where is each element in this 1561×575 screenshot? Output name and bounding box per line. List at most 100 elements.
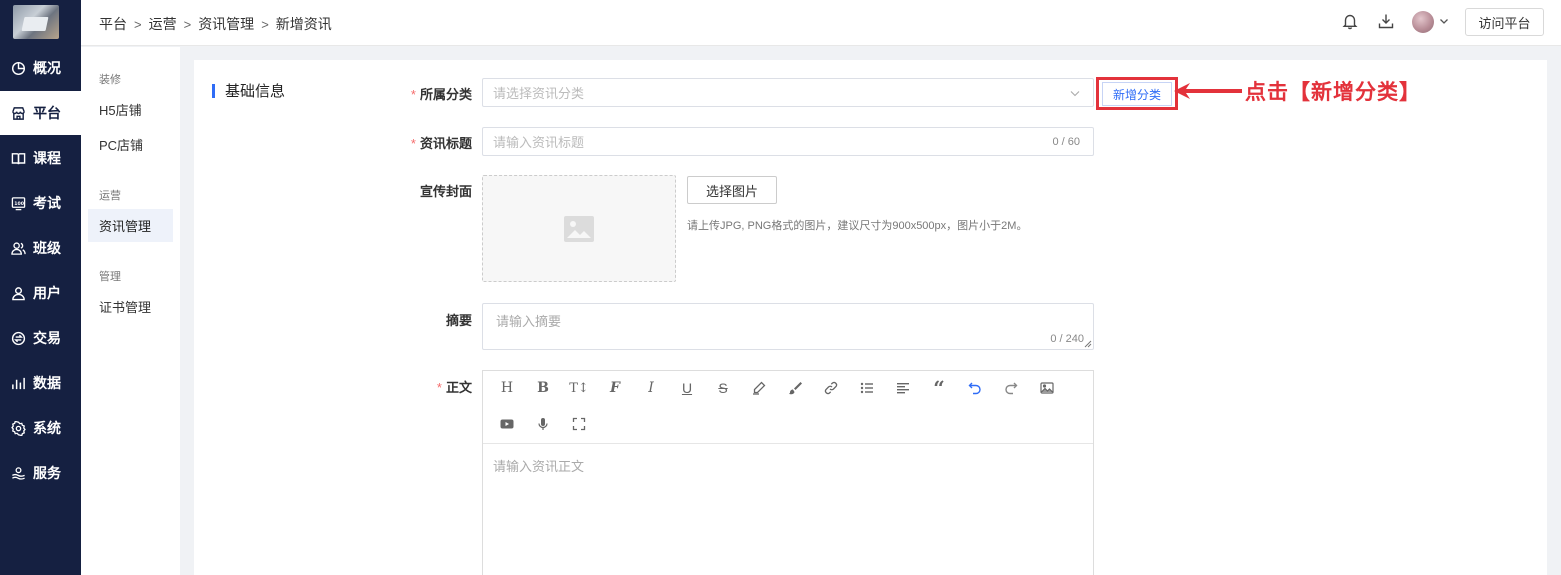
add-category-button[interactable]: 新增分类: [1102, 82, 1172, 106]
visit-platform-button[interactable]: 访问平台: [1465, 8, 1544, 36]
top-bar: 平台 > 运营 > 资讯管理 > 新增资讯 访问平台: [81, 0, 1561, 46]
nav-item-platform[interactable]: 平台: [0, 91, 81, 135]
required-mark: *: [410, 136, 416, 151]
nav-item-label: 交易: [33, 330, 61, 346]
submenu-group-title: 装修: [99, 74, 121, 86]
news-form-card: 基础信息 * 所属分类 请选择资讯分类 新增分类 * 资讯标题 请输入资讯标题 0 …: [194, 60, 1547, 575]
category-select[interactable]: 请选择资讯分类: [482, 78, 1094, 107]
submenu-group-title: 管理: [99, 271, 121, 283]
logo[interactable]: [13, 5, 59, 39]
font-family-icon[interactable]: F: [604, 377, 626, 399]
avatar[interactable]: [1412, 11, 1434, 33]
nav-item-system[interactable]: 系统: [0, 406, 81, 450]
undo-icon[interactable]: [964, 377, 986, 399]
microphone-icon[interactable]: [532, 413, 554, 435]
nav-item-class[interactable]: 班级: [0, 226, 81, 270]
breadcrumb-item[interactable]: 运营: [149, 14, 177, 34]
heading-icon[interactable]: H: [496, 377, 518, 399]
chevron-right-icon: >: [183, 16, 192, 32]
image-placeholder-icon: [564, 215, 594, 242]
title-label: * 资讯标题: [410, 136, 472, 151]
redo-icon[interactable]: [1000, 377, 1022, 399]
nav-item-user[interactable]: 用户: [0, 271, 81, 315]
image-icon[interactable]: [1036, 377, 1058, 399]
link-icon[interactable]: [820, 377, 842, 399]
submenu-item-certificate-manage[interactable]: 证书管理: [88, 290, 173, 323]
nav-item-label: 考试: [33, 195, 61, 211]
breadcrumb-item[interactable]: 资讯管理: [198, 14, 254, 34]
section-title-marker: [212, 83, 215, 98]
pie-chart-icon: [11, 61, 26, 76]
nav-item-exam[interactable]: 100 考试: [0, 181, 81, 225]
quote-icon[interactable]: “: [928, 376, 950, 400]
font-size-icon[interactable]: T↕: [568, 377, 590, 399]
category-label: * 所属分类: [410, 87, 472, 102]
chevron-down-icon[interactable]: [1438, 15, 1450, 27]
nav-item-course[interactable]: 课程: [0, 136, 81, 180]
title-input[interactable]: 请输入资讯标题 0 / 60: [482, 127, 1094, 156]
char-counter: 0 / 240: [1050, 333, 1084, 345]
summary-textarea[interactable]: 请输入摘要 0 / 240: [482, 303, 1094, 350]
nav-item-overview[interactable]: 概况: [0, 46, 81, 90]
exchange-icon: [11, 331, 26, 346]
service-icon: [11, 466, 26, 481]
editor-toolbar: H B T↕ F I U S “: [483, 371, 1093, 444]
summary-placeholder: 请输入摘要: [496, 314, 562, 329]
submenu-item-h5-shop[interactable]: H5店铺: [88, 93, 173, 126]
align-icon[interactable]: [892, 377, 914, 399]
svg-text:100: 100: [14, 200, 25, 206]
nav-item-service[interactable]: 服务: [0, 451, 81, 495]
body-label: * 正文: [436, 380, 472, 395]
bold-icon[interactable]: B: [532, 377, 554, 399]
nav-item-label: 概况: [33, 60, 61, 76]
chevron-right-icon: >: [261, 16, 269, 32]
nav-item-trade[interactable]: 交易: [0, 316, 81, 360]
brush-icon[interactable]: [784, 377, 806, 399]
cover-upload-area[interactable]: [482, 175, 676, 282]
nav-item-label: 系统: [33, 420, 61, 436]
required-mark: *: [410, 87, 416, 102]
breadcrumb-item[interactable]: 平台: [99, 14, 127, 34]
required-mark: *: [436, 380, 442, 395]
strikethrough-icon[interactable]: S: [712, 377, 734, 399]
choose-image-button[interactable]: 选择图片: [687, 176, 777, 204]
download-icon[interactable]: [1377, 12, 1395, 30]
nav-item-data[interactable]: 数据: [0, 361, 81, 405]
submenu-item-pc-shop[interactable]: PC店铺: [88, 128, 173, 161]
underline-icon[interactable]: U: [676, 377, 698, 399]
nav-item-label: 课程: [33, 150, 61, 166]
annotation-text: 点击【新增分类】: [1245, 79, 1421, 104]
nav-item-label: 服务: [33, 465, 61, 481]
video-icon[interactable]: [496, 413, 518, 435]
section-title-text: 基础信息: [225, 83, 286, 100]
breadcrumb-item-current: 新增资讯: [275, 16, 332, 32]
annotation-highlight-box: 新增分类: [1096, 77, 1178, 110]
exam-icon: 100: [11, 196, 26, 211]
section-title: 基础信息: [212, 80, 285, 101]
rich-text-editor: H B T↕ F I U S “ 请输入资讯正文: [482, 370, 1094, 575]
submenu-item-news-manage[interactable]: 资讯管理: [88, 209, 173, 242]
char-counter: 0 / 60: [1052, 135, 1080, 148]
submenu-group-title: 运营: [99, 190, 121, 202]
chevron-down-icon: [1070, 91, 1080, 97]
user-icon: [11, 286, 26, 301]
title-placeholder: 请输入资讯标题: [493, 135, 585, 150]
body-placeholder: 请输入资讯正文: [493, 459, 585, 474]
highlight-pen-icon[interactable]: [748, 377, 770, 399]
breadcrumb: 平台 > 运营 > 资讯管理 > 新增资讯: [99, 14, 332, 34]
main-nav: 概况 平台 课程 100 考试 班级 用户 交易 数据 系统 服务: [0, 0, 81, 575]
fullscreen-icon[interactable]: [568, 413, 590, 435]
sub-menu: 装修 H5店铺 PC店铺 运营 资讯管理 管理 证书管理: [81, 47, 180, 575]
category-placeholder: 请选择资讯分类: [493, 86, 585, 101]
cover-hint: 请上传JPG, PNG格式的图片，建议尺寸为900x500px，图片小于2M。: [687, 220, 1028, 232]
bullet-list-icon[interactable]: [856, 377, 878, 399]
nav-item-label: 平台: [33, 105, 61, 121]
gear-icon: [11, 420, 26, 436]
bar-chart-icon: [11, 376, 26, 391]
class-icon: [11, 241, 26, 256]
nav-item-label: 数据: [33, 375, 61, 391]
resize-handle-icon[interactable]: [1084, 340, 1092, 348]
italic-icon[interactable]: I: [640, 377, 662, 399]
bell-icon[interactable]: [1341, 12, 1359, 30]
nav-item-label: 用户: [33, 285, 61, 301]
